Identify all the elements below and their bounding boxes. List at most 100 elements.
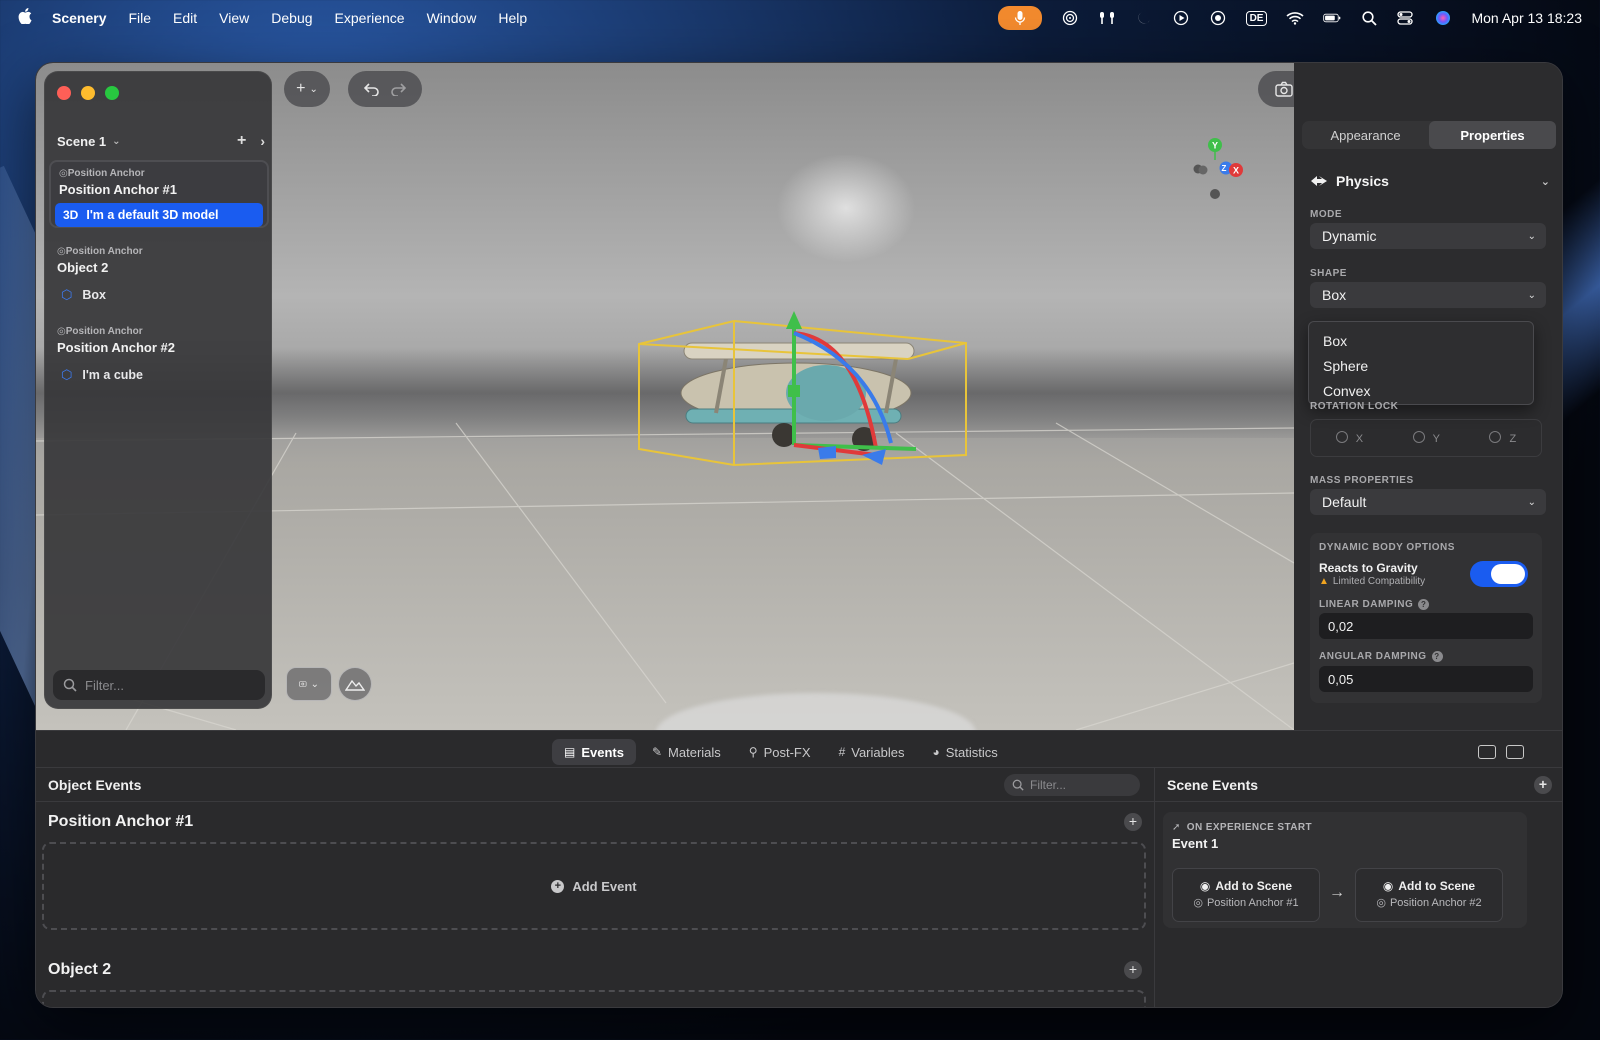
- outline-item-box[interactable]: ⬡ Box: [53, 283, 265, 307]
- add-scene-event-plus-icon[interactable]: +: [1534, 776, 1552, 794]
- tab-variables[interactable]: # Variables: [827, 739, 917, 765]
- outline-group-anchor-2[interactable]: ◎Position Anchor Position Anchor #2 ⬡ I'…: [49, 320, 269, 386]
- rocket-icon: ➚: [1172, 822, 1181, 833]
- tab-appearance[interactable]: Appearance: [1302, 121, 1429, 149]
- tab-materials[interactable]: ✎ Materials: [640, 739, 733, 765]
- scene-name[interactable]: Scene 1: [57, 134, 106, 149]
- scene-viewport[interactable]: Scene 1 ⌄ + › ◎Position Anchor Position …: [36, 63, 1294, 730]
- group-title[interactable]: Object 2: [49, 257, 269, 275]
- event-action-2[interactable]: ◉ Add to Scene ◎ Position Anchor #2: [1355, 868, 1503, 922]
- menu-view[interactable]: View: [219, 10, 249, 26]
- group-title[interactable]: Position Anchor #2: [49, 337, 269, 355]
- eye-icon: ◉: [1199, 879, 1211, 893]
- environment-button[interactable]: [338, 667, 372, 701]
- events-filter-input[interactable]: Filter...: [1004, 774, 1140, 796]
- mode-select[interactable]: Dynamic ⌄: [1310, 223, 1546, 249]
- chevron-down-icon: ⌄: [1527, 230, 1536, 242]
- menu-debug[interactable]: Debug: [271, 10, 312, 26]
- angular-damping-field[interactable]: 0,05: [1319, 666, 1533, 692]
- add-event-plus-icon[interactable]: +: [1124, 961, 1142, 979]
- apple-icon[interactable]: [18, 7, 32, 29]
- rotation-lock-x[interactable]: X: [1336, 431, 1363, 445]
- undo-icon[interactable]: [364, 82, 380, 96]
- plus-icon: +: [296, 80, 306, 97]
- bottom-panel: ▤ Events ✎ Materials ⚲ Post-FX # Variables ◕…: [36, 730, 1562, 1007]
- physics-section-header[interactable]: Physics ⌄: [1310, 173, 1550, 189]
- event-trigger-label: ➚ ON EXPERIENCE START: [1172, 822, 1312, 833]
- group-caption: ◎Position Anchor: [57, 326, 143, 337]
- battery-icon[interactable]: [1323, 10, 1341, 26]
- camera-mode-button[interactable]: ⌄: [286, 667, 332, 701]
- redo-icon[interactable]: [390, 82, 406, 96]
- split-layout-icon[interactable]: [1506, 745, 1524, 759]
- group-title[interactable]: Position Anchor #1: [51, 179, 267, 197]
- keyboard-layout-indicator[interactable]: DE: [1245, 10, 1268, 26]
- rotation-lock-y[interactable]: Y: [1413, 431, 1440, 445]
- fingerprint-icon[interactable]: [1061, 10, 1079, 26]
- gravity-warning: ▲ Limited Compatibility: [1319, 576, 1426, 587]
- outline-filter-input[interactable]: Filter...: [53, 670, 265, 700]
- inspector-tabs: Appearance Properties: [1302, 121, 1556, 149]
- chevron-down-icon[interactable]: ⌄: [112, 136, 120, 147]
- outline-group-anchor-1[interactable]: ◎Position Anchor Position Anchor #1 3D I…: [49, 160, 269, 228]
- add-event-dropzone[interactable]: [42, 990, 1146, 1007]
- screen-record-icon[interactable]: [1209, 10, 1227, 26]
- close-window-button[interactable]: [57, 86, 71, 100]
- shape-option-box[interactable]: Box: [1309, 328, 1533, 353]
- dynamic-body-options: DYNAMIC BODY OPTIONS Reacts to Gravity ▲…: [1310, 533, 1542, 703]
- menu-clock[interactable]: Mon Apr 13 18:23: [1471, 10, 1582, 26]
- chevron-down-icon: ⌄: [309, 83, 318, 95]
- microphone-icon[interactable]: [997, 6, 1042, 30]
- anchor-icon: ◎: [1193, 897, 1203, 909]
- shape-option-sphere[interactable]: Sphere: [1309, 353, 1533, 378]
- wifi-icon[interactable]: [1286, 10, 1305, 26]
- chevron-right-icon[interactable]: ›: [260, 133, 265, 149]
- event-action-1[interactable]: ◉ Add to Scene ◎ Position Anchor #1: [1172, 868, 1320, 922]
- outline-item-3d-model[interactable]: 3D I'm a default 3D model: [55, 203, 263, 227]
- menu-help[interactable]: Help: [498, 10, 527, 26]
- airpods-icon[interactable]: [1098, 10, 1116, 26]
- scene-event-card[interactable]: ➚ ON EXPERIENCE START Event 1 ◉ Add to Sce…: [1163, 812, 1527, 928]
- outline-group-object-2[interactable]: ◎Position Anchor Object 2 ⬡ Box: [49, 240, 269, 306]
- menu-edit[interactable]: Edit: [173, 10, 197, 26]
- tab-post-fx[interactable]: ⚲ Post-FX: [737, 739, 823, 765]
- linear-damping-field[interactable]: 0,02: [1319, 613, 1533, 639]
- gravity-toggle[interactable]: [1470, 561, 1528, 587]
- menu-experience[interactable]: Experience: [335, 10, 405, 26]
- mass-properties-select[interactable]: Default ⌄: [1310, 489, 1546, 515]
- rotation-lock-z[interactable]: Z: [1489, 431, 1516, 445]
- add-object-icon[interactable]: +: [237, 132, 246, 150]
- moon-icon[interactable]: [1135, 10, 1153, 26]
- shape-option-convex[interactable]: Convex: [1309, 378, 1533, 403]
- shape-dropdown-menu: Box Sphere Convex: [1308, 321, 1534, 405]
- minimize-window-button[interactable]: [81, 86, 95, 100]
- zoom-window-button[interactable]: [105, 86, 119, 100]
- add-event-dropzone[interactable]: + Add Event: [42, 842, 1146, 930]
- mountain-icon: [345, 679, 365, 691]
- chevron-down-icon[interactable]: ⌄: [1541, 175, 1550, 188]
- wand-icon: ⚲: [748, 745, 758, 759]
- add-event-plus-icon[interactable]: +: [1124, 813, 1142, 831]
- add-menu-button[interactable]: + ⌄: [284, 71, 330, 107]
- shape-select[interactable]: Box ⌄: [1310, 282, 1546, 308]
- orientation-gizmo[interactable]: Y Z X: [1186, 133, 1256, 203]
- spotlight-search-icon[interactable]: [1360, 10, 1378, 26]
- menu-window[interactable]: Window: [427, 10, 477, 26]
- viewport-tools: [1258, 71, 1294, 107]
- tab-properties[interactable]: Properties: [1429, 121, 1556, 149]
- chevron-down-icon: ⌄: [1527, 289, 1536, 301]
- tab-events[interactable]: ▤ Events: [552, 739, 636, 765]
- siri-icon[interactable]: [1434, 10, 1452, 26]
- menu-file[interactable]: File: [128, 10, 151, 26]
- dynamic-options-label: DYNAMIC BODY OPTIONS: [1319, 542, 1455, 553]
- outline-item-cube[interactable]: ⬡ I'm a cube: [53, 363, 265, 387]
- tab-statistics[interactable]: ◕ Statistics: [920, 739, 1009, 765]
- cube-icon: ⬡: [61, 287, 73, 302]
- camera-icon[interactable]: [1275, 81, 1293, 97]
- bottom-layout-icon[interactable]: [1478, 745, 1496, 759]
- control-center-icon[interactable]: [1397, 10, 1415, 26]
- menu-app-name[interactable]: Scenery: [52, 10, 106, 26]
- group-caption: ◎Position Anchor: [57, 246, 143, 257]
- rotation-lock-label: ROTATION LOCK: [1310, 401, 1399, 412]
- play-circle-icon[interactable]: [1172, 10, 1190, 26]
